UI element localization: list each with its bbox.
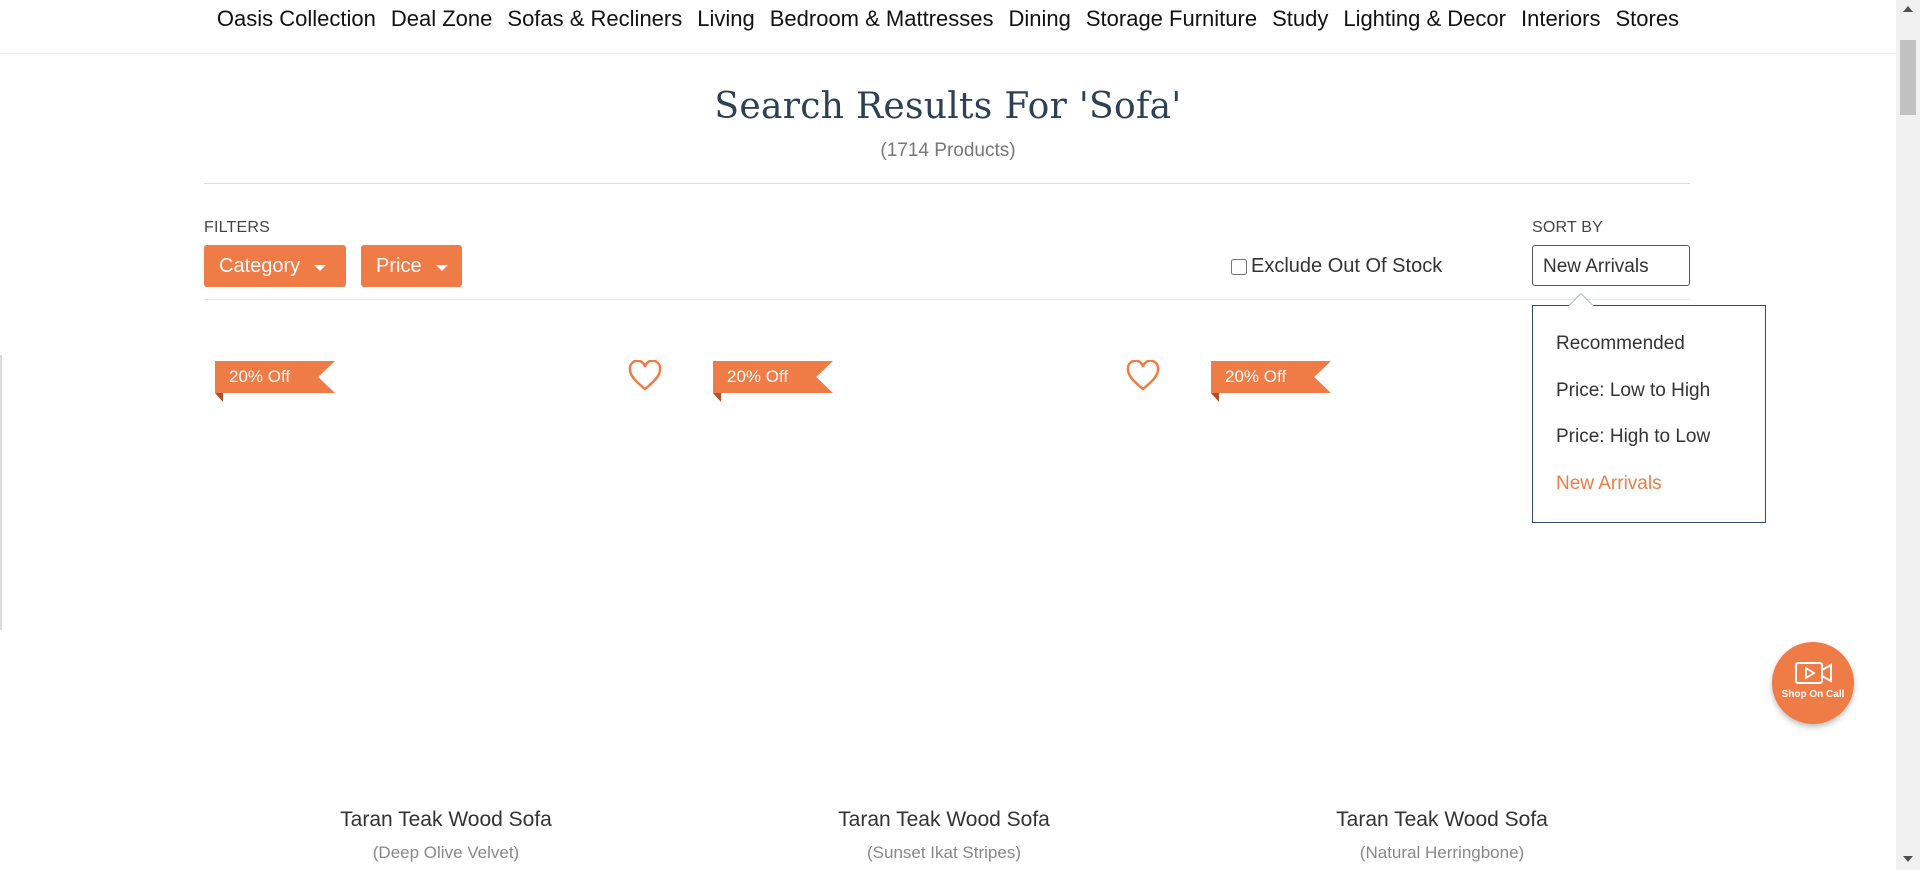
wishlist-heart-icon[interactable] bbox=[628, 360, 662, 392]
main-nav: Oasis Collection Deal Zone Sofas & Recli… bbox=[0, 0, 1896, 54]
sort-option-new-arrivals[interactable]: New Arrivals bbox=[1556, 473, 1662, 495]
sort-option-price-low-high[interactable]: Price: Low to High bbox=[1556, 380, 1710, 402]
nav-item-living[interactable]: Living bbox=[697, 6, 754, 32]
nav-item-lighting-decor[interactable]: Lighting & Decor bbox=[1343, 6, 1506, 32]
nav-item-stores[interactable]: Stores bbox=[1615, 6, 1679, 32]
category-filter-button[interactable]: Category bbox=[204, 245, 346, 287]
product-count: (1714 Products) bbox=[880, 140, 1016, 161]
sort-option-recommended[interactable]: Recommended bbox=[1556, 333, 1685, 355]
sort-by-label: SORT BY bbox=[1532, 219, 1604, 236]
discount-badge: 20% Off bbox=[1211, 361, 1331, 393]
nav-item-interiors[interactable]: Interiors bbox=[1521, 6, 1600, 32]
badge-fold bbox=[1211, 393, 1219, 402]
nav-item-storage-furniture[interactable]: Storage Furniture bbox=[1086, 6, 1257, 32]
filters-label: FILTERS bbox=[204, 219, 271, 236]
scrollbar-thumb[interactable] bbox=[1900, 40, 1916, 115]
product-name[interactable]: Taran Teak Wood Sofa bbox=[226, 808, 666, 832]
exclude-out-of-stock[interactable]: Exclude Out Of Stock bbox=[1231, 255, 1442, 278]
caret-down-icon bbox=[435, 264, 448, 271]
product-variant: (Deep Olive Velvet) bbox=[372, 843, 520, 862]
scroll-up-arrow-icon[interactable] bbox=[1903, 6, 1913, 12]
dropdown-pointer-fill bbox=[1569, 294, 1593, 306]
nav-item-study[interactable]: Study bbox=[1272, 6, 1328, 32]
product-name[interactable]: Taran Teak Wood Sofa bbox=[1222, 808, 1662, 832]
nav-item-oasis-collection[interactable]: Oasis Collection bbox=[217, 6, 376, 32]
discount-badge: 20% Off bbox=[713, 361, 833, 393]
shop-on-call-button[interactable]: Shop On Call bbox=[1772, 642, 1854, 724]
nav-item-deal-zone[interactable]: Deal Zone bbox=[391, 6, 493, 32]
scroll-down-arrow-icon[interactable] bbox=[1903, 856, 1913, 862]
nav-item-dining[interactable]: Dining bbox=[1008, 6, 1070, 32]
product-variant: (Sunset Ikat Stripes) bbox=[866, 843, 1021, 862]
sort-option-price-high-low[interactable]: Price: High to Low bbox=[1556, 426, 1710, 448]
badge-fold bbox=[713, 393, 721, 402]
scrollbar[interactable] bbox=[1896, 0, 1920, 870]
side-panel-edge bbox=[0, 355, 2, 630]
sort-select[interactable]: New Arrivals bbox=[1532, 245, 1690, 286]
nav-item-sofas-recliners[interactable]: Sofas & Recliners bbox=[507, 6, 682, 32]
category-filter-label: Category bbox=[219, 254, 301, 277]
exclude-out-of-stock-label: Exclude Out Of Stock bbox=[1251, 255, 1443, 277]
discount-badge: 20% Off bbox=[215, 361, 335, 393]
product-variant: (Natural Herringbone) bbox=[1359, 843, 1525, 862]
shop-on-call-label: Shop On Call bbox=[1781, 689, 1845, 700]
badge-fold bbox=[215, 393, 223, 402]
divider bbox=[204, 183, 1690, 184]
sort-dropdown-menu: Recommended Price: Low to High Price: Hi… bbox=[1532, 293, 1766, 523]
divider bbox=[204, 299, 1690, 300]
nav-item-bedroom-mattresses[interactable]: Bedroom & Mattresses bbox=[770, 6, 994, 32]
product-name[interactable]: Taran Teak Wood Sofa bbox=[724, 808, 1164, 832]
price-filter-button[interactable]: Price bbox=[361, 245, 462, 287]
video-camera-icon bbox=[1795, 662, 1832, 684]
wishlist-heart-icon[interactable] bbox=[1126, 360, 1160, 392]
caret-down-icon bbox=[314, 264, 327, 271]
page-title: Search Results For 'Sofa' bbox=[714, 86, 1182, 127]
exclude-out-of-stock-checkbox[interactable] bbox=[1231, 258, 1247, 275]
price-filter-label: Price bbox=[376, 254, 422, 277]
